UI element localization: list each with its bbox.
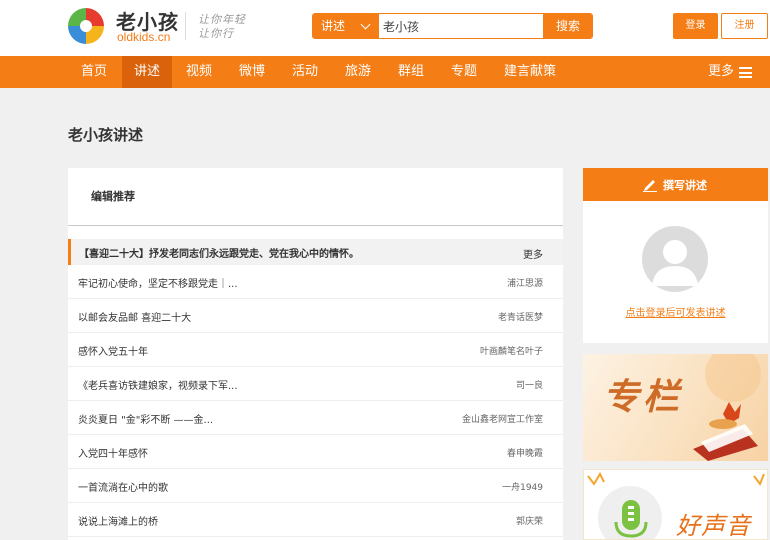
list-item-author[interactable]: 叶画麟笔名叶子 <box>480 344 543 357</box>
chevron-down-icon <box>360 19 371 30</box>
logo-icon[interactable] <box>66 6 106 46</box>
nav-item-weibo[interactable]: 微博 <box>226 56 278 88</box>
nav-item-home[interactable]: 首页 <box>68 56 120 88</box>
list-item-author[interactable]: 郭庆荣 <box>516 514 543 527</box>
nav-item-groups[interactable]: 群组 <box>386 56 436 88</box>
list-item-title[interactable]: 炎炎夏日 "金"彩不断 ——金... <box>78 411 213 426</box>
nav-more-link[interactable]: 更多 <box>708 56 734 88</box>
good-voice-banner[interactable]: 好声音 <box>583 469 768 540</box>
panel-header: 编辑推荐 <box>68 168 563 226</box>
column-banner-text: 专栏 <box>603 376 684 418</box>
nav-item-stories[interactable]: 讲述 <box>122 56 172 88</box>
featured-topic: 【喜迎二十大】抒发老同志们永远跟党走、党在我心中的情怀。 更多 <box>68 239 563 265</box>
menu-icon[interactable] <box>739 67 752 78</box>
list-item-author[interactable]: 浦江思源 <box>507 276 543 289</box>
user-placeholder-icon <box>652 240 698 286</box>
list-item-title[interactable]: 入党四十年感怀 <box>78 445 148 460</box>
list-item[interactable]: 《老兵喜访铁建娘家，视频录下军... 司一良 <box>68 367 563 401</box>
nav-item-video[interactable]: 视频 <box>174 56 224 88</box>
list-item[interactable]: 感怀入党五十年 叶画麟笔名叶子 <box>68 333 563 367</box>
list-item[interactable]: 炎炎夏日 "金"彩不断 ——金... 金山鑫老网宣工作室 <box>68 401 563 435</box>
login-button[interactable]: 登录 <box>673 13 718 39</box>
slogan-divider <box>185 12 186 40</box>
list-item-title[interactable]: 感怀入党五十年 <box>78 343 148 358</box>
list-item[interactable]: 一首流淌在心中的歌 一舟1949 <box>68 469 563 503</box>
list-item-title[interactable]: 《老兵喜访铁建娘家，视频录下军... <box>78 377 238 392</box>
write-story-label: 撰写讲述 <box>663 179 707 192</box>
main-nav: 首页 讲述 视频 微博 活动 旅游 群组 专题 建言献策 更多 <box>0 56 770 88</box>
list-item-title[interactable]: 以邮会友品邮 喜迎二十大 <box>78 309 191 324</box>
page-title: 老小孩讲述 <box>68 126 144 144</box>
slogan-line-2: 让你行 <box>198 27 234 40</box>
avatar <box>642 226 708 292</box>
search-bar: 讲述 搜索 <box>312 13 593 39</box>
editor-picks-panel: 编辑推荐 【喜迎二十大】抒发老同志们永远跟党走、党在我心中的情怀。 更多 牢记初… <box>68 168 563 540</box>
search-input[interactable] <box>379 14 543 38</box>
good-voice-text: 好声音 <box>676 512 751 540</box>
top-header: 老小孩 oldkids.cn 让你年轻 让你行 讲述 搜索 登录 注册 <box>0 0 770 56</box>
column-banner[interactable]: 专栏 <box>583 354 768 461</box>
pen-icon <box>643 180 657 192</box>
list-item-title[interactable]: 说说上海滩上的桥 <box>78 513 158 528</box>
list-item[interactable]: 牢记初心使命，坚定不移跟党走｜... 浦江思源 <box>68 265 563 299</box>
nav-item-travel[interactable]: 旅游 <box>332 56 384 88</box>
list-item-author[interactable]: 金山鑫老网宣工作室 <box>462 412 543 425</box>
list-item-author[interactable]: 一舟1949 <box>502 480 543 493</box>
login-to-post-link[interactable]: 点击登录后可发表讲述 <box>583 304 768 319</box>
nav-item-topics[interactable]: 专题 <box>438 56 490 88</box>
list-item-author[interactable]: 司一良 <box>516 378 543 391</box>
write-story-button[interactable]: 撰写讲述 <box>583 168 768 201</box>
list-item[interactable]: 入党四十年感怀 春申晚霞 <box>68 435 563 469</box>
search-category-label: 讲述 <box>321 19 346 33</box>
nav-item-suggestions[interactable]: 建言献策 <box>494 56 566 88</box>
featured-topic-title[interactable]: 【喜迎二十大】抒发老同志们永远跟党走、党在我心中的情怀。 <box>79 245 359 260</box>
list-item-author[interactable]: 老青话医梦 <box>498 310 543 323</box>
panel-heading: 编辑推荐 <box>91 190 135 203</box>
search-category-select[interactable]: 讲述 <box>313 14 379 38</box>
sidebar-login-box: 点击登录后可发表讲述 <box>583 201 768 343</box>
list-item-author[interactable]: 春申晚霞 <box>507 446 543 459</box>
logo-domain: oldkids.cn <box>117 30 171 44</box>
list-item[interactable]: 说说上海滩上的桥 郭庆荣 <box>68 503 563 537</box>
search-button[interactable]: 搜索 <box>543 14 592 38</box>
list-item-title[interactable]: 一首流淌在心中的歌 <box>78 479 168 494</box>
list-item[interactable]: 以邮会友品邮 喜迎二十大 老青话医梦 <box>68 299 563 333</box>
nav-item-events[interactable]: 活动 <box>280 56 330 88</box>
featured-more-link[interactable]: 更多 <box>523 246 543 261</box>
list-item-title[interactable]: 牢记初心使命，坚定不移跟党走｜... <box>78 275 238 290</box>
register-button[interactable]: 注册 <box>721 13 768 39</box>
